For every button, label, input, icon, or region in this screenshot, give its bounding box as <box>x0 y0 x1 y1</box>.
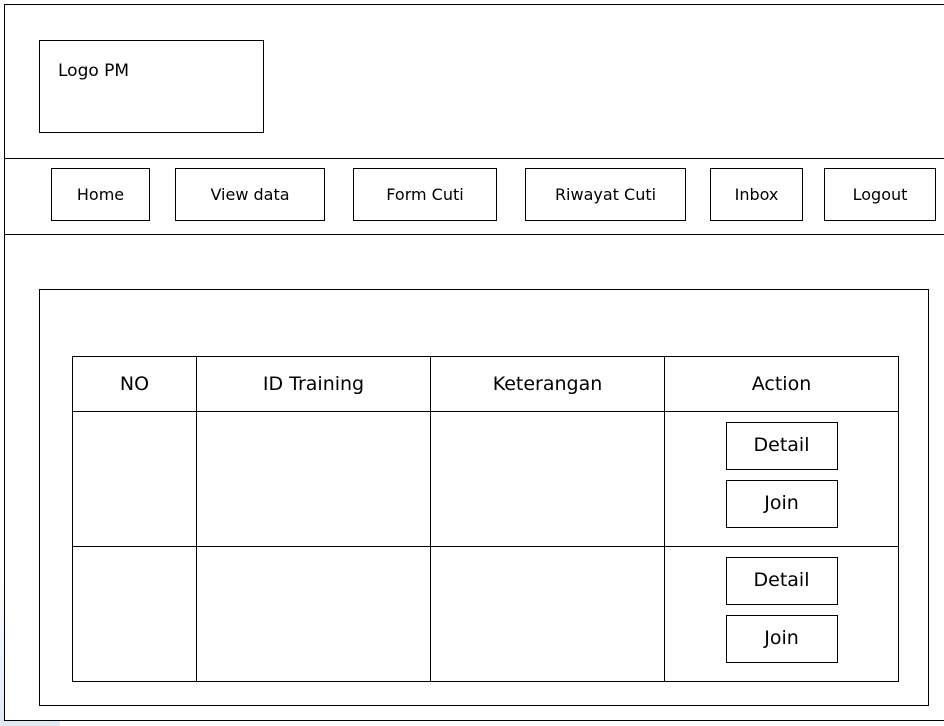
detail-button[interactable]: Detail <box>725 422 838 470</box>
logo-placeholder: Logo PM <box>39 40 264 133</box>
cell-action: Detail Join <box>664 411 899 547</box>
nav-divider <box>5 234 944 235</box>
cell-no <box>72 546 197 682</box>
table-header-row: NO ID Training Keterangan Action <box>72 356 899 412</box>
header-keterangan: Keterangan <box>430 356 665 412</box>
logo-label: Logo PM <box>58 61 130 81</box>
nav-riwayat-cuti-label: Riwayat Cuti <box>554 185 657 204</box>
nav-logout-button[interactable]: Logout <box>824 168 936 221</box>
cell-keterangan <box>430 411 665 547</box>
cell-keterangan <box>430 546 665 682</box>
join-button[interactable]: Join <box>725 615 838 663</box>
header-divider <box>5 158 944 159</box>
nav-form-cuti-label: Form Cuti <box>386 185 464 204</box>
nav-riwayat-cuti-button[interactable]: Riwayat Cuti <box>525 168 686 221</box>
nav-form-cuti-button[interactable]: Form Cuti <box>353 168 497 221</box>
nav-home-button[interactable]: Home <box>51 168 150 221</box>
nav-logout-label: Logout <box>852 185 908 204</box>
cell-id-training <box>196 411 431 547</box>
table-row: Detail Join <box>72 546 899 682</box>
nav-view-data-button[interactable]: View data <box>175 168 325 221</box>
header-id-training: ID Training <box>196 356 431 412</box>
training-table: NO ID Training Keterangan Action Detail … <box>72 356 899 682</box>
nav-inbox-label: Inbox <box>734 185 779 204</box>
header-action: Action <box>664 356 899 412</box>
nav-inbox-button[interactable]: Inbox <box>710 168 803 221</box>
nav-home-label: Home <box>76 185 125 204</box>
detail-button[interactable]: Detail <box>725 557 838 605</box>
cell-action: Detail Join <box>664 546 899 682</box>
nav-view-data-label: View data <box>210 185 290 204</box>
cell-id-training <box>196 546 431 682</box>
header-no: NO <box>72 356 197 412</box>
join-button[interactable]: Join <box>725 480 838 528</box>
table-row: Detail Join <box>72 411 899 547</box>
cell-no <box>72 411 197 547</box>
